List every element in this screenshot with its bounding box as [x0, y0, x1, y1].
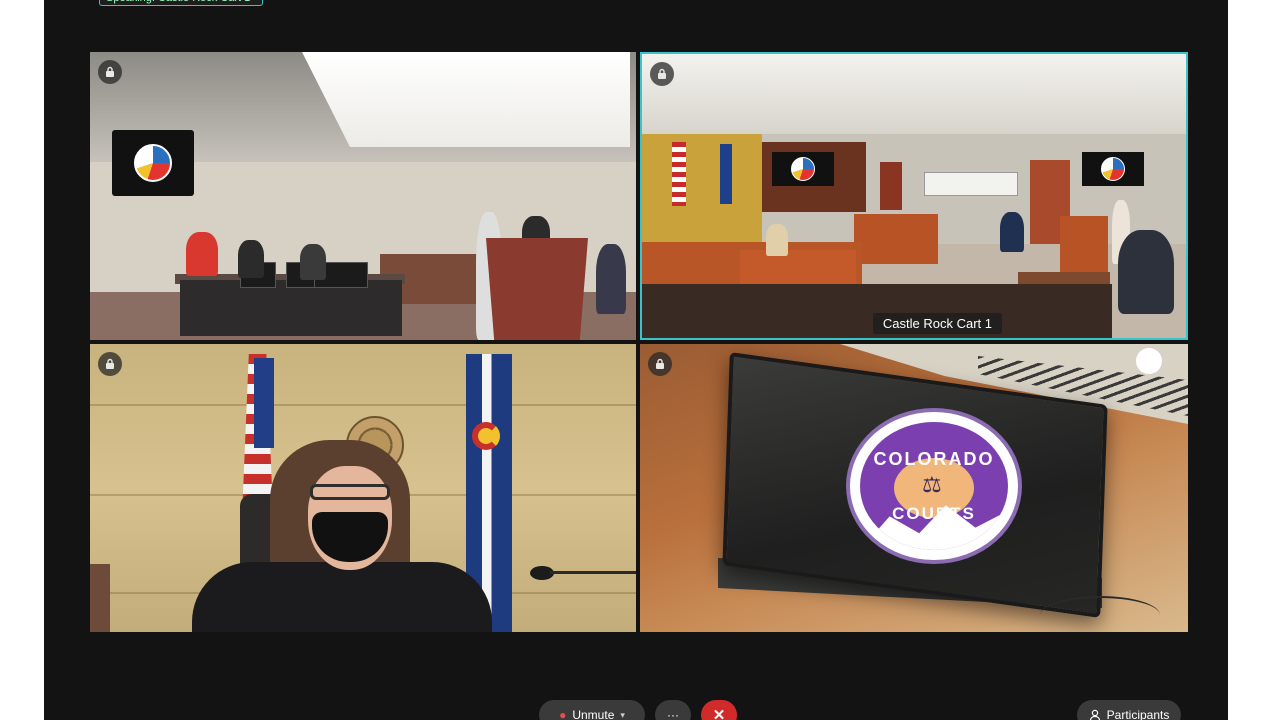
lock-icon — [98, 352, 122, 376]
person-icon — [1089, 709, 1100, 720]
leave-meeting-button[interactable]: ✕ — [701, 700, 737, 720]
microphone-icon — [530, 566, 636, 580]
person — [1118, 230, 1174, 314]
close-icon: ✕ — [712, 707, 726, 720]
colorado-flag-emblem — [472, 422, 500, 450]
wall-tv — [772, 152, 834, 186]
door — [880, 162, 902, 210]
colorado-flag — [720, 144, 732, 204]
whiteboard — [924, 172, 1018, 196]
seal-inner: ⚖ COLORADO COURTS — [860, 422, 1008, 550]
seal-top-text: COLORADO — [873, 448, 995, 469]
wall-panel-line — [90, 404, 636, 406]
ellipsis-icon: ··· — [667, 708, 679, 720]
witness-stand — [1060, 216, 1108, 276]
colorado-courts-logo — [134, 144, 172, 182]
lock-icon — [648, 352, 672, 376]
participants-label: Participants — [1106, 708, 1170, 720]
judge-glasses — [310, 484, 390, 500]
person — [238, 240, 264, 278]
judge-robe — [192, 562, 492, 632]
person — [1000, 212, 1024, 252]
lock-icon — [98, 60, 122, 84]
podium — [486, 238, 588, 340]
us-flag — [672, 142, 686, 206]
meeting-window: Speaking: Castle Rock Cart 1 — [44, 0, 1228, 720]
video-tile-courtroom-wide[interactable] — [90, 52, 636, 340]
unmute-label: Unmute — [572, 708, 615, 720]
speaking-indicator: Speaking: Castle Rock Cart 1 — [99, 0, 263, 6]
lock-icon — [650, 62, 674, 86]
ceiling — [642, 54, 1186, 134]
participant-name-tag: Castle Rock Cart 1 — [872, 313, 1002, 334]
person — [300, 244, 326, 280]
video-tile-courts-screen[interactable]: ⚖ COLORADO COURTS — [640, 344, 1188, 632]
books — [90, 564, 110, 632]
colorado-courts-logo — [791, 157, 815, 181]
us-flag-canton — [254, 358, 274, 448]
colorado-courts-seal: ⚖ COLORADO COURTS — [846, 408, 1022, 564]
more-options-button[interactable]: ··· — [655, 700, 691, 720]
judge-bench — [854, 214, 938, 264]
scales-icon: ⚖ — [922, 472, 942, 497]
defense-table — [180, 280, 402, 336]
cable — [1040, 596, 1160, 632]
person — [766, 224, 788, 256]
seal-bottom-text: COURTS — [892, 503, 976, 523]
video-tile-courtroom-side[interactable]: Castle Rock Cart 1 — [640, 52, 1188, 340]
ceiling-light — [1136, 348, 1162, 374]
wall-tv — [112, 130, 194, 196]
video-tile-judge[interactable] — [90, 344, 636, 632]
person — [596, 244, 626, 314]
chevron-down-icon[interactable]: ▾ — [620, 710, 625, 720]
microphone-muted-icon: ● — [559, 708, 567, 720]
participants-button[interactable]: Participants — [1077, 700, 1181, 720]
wall-tv — [1082, 152, 1144, 186]
person — [186, 232, 218, 276]
colorado-courts-logo — [1101, 157, 1125, 181]
unmute-button[interactable]: ● Unmute ▾ — [539, 700, 645, 720]
